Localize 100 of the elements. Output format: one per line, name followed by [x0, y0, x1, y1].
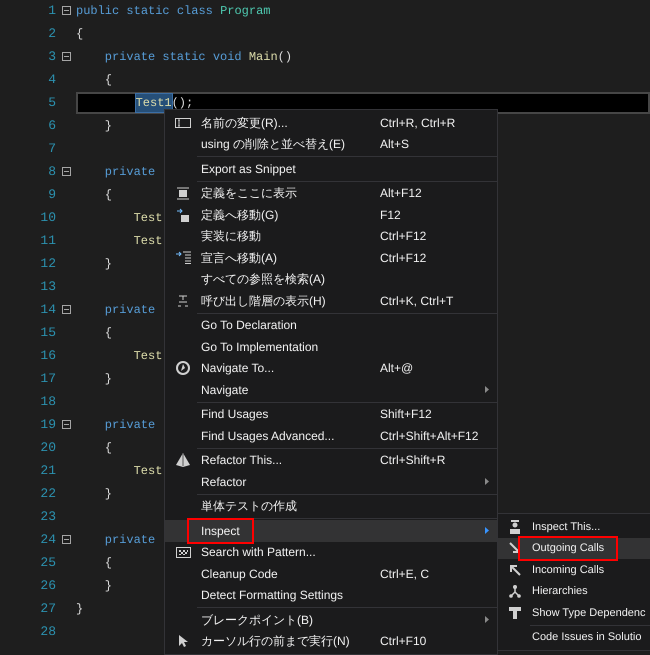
line-number: 20 — [39, 438, 56, 457]
menu-item[interactable]: Show Type Dependenc — [498, 602, 650, 624]
code-text: } — [104, 486, 112, 502]
menu-item[interactable]: 定義へ移動(G) F12 — [165, 204, 497, 226]
code-text: Program — [220, 2, 270, 20]
menu-item[interactable]: 宣言へ移動(A) Ctrl+F12 — [165, 247, 497, 268]
menu-item[interactable]: 呼び出し階層の表示(H) Ctrl+K, Ctrl+T — [165, 290, 497, 312]
selected-code-text: Test1 — [136, 94, 172, 112]
line-number: 24 — [39, 530, 56, 549]
hierarchy-dots-icon — [177, 294, 189, 307]
line-number: 17 — [39, 370, 56, 388]
menu-item[interactable]: Go To Implementation — [165, 336, 497, 358]
pointer-icon — [178, 635, 188, 648]
line-number: 1 — [47, 2, 56, 20]
code-text: private — [104, 416, 156, 434]
line-number: 14 — [39, 300, 56, 319]
code-text: public — [76, 2, 120, 20]
line-number: 6 — [47, 116, 56, 135]
line-number: 25 — [39, 554, 56, 572]
code-text: } — [104, 578, 112, 594]
menu-item[interactable]: 単体テストの作成 — [165, 496, 497, 517]
line-number: 19 — [39, 416, 56, 434]
submenu-arrow-icon — [485, 616, 489, 624]
code-text: private — [104, 532, 156, 548]
rename-field-icon — [175, 118, 191, 128]
line-number: 22 — [39, 484, 56, 503]
menu-item[interactable]: Outgoing Calls — [498, 538, 650, 559]
menu-item[interactable]: Refactor This... Ctrl+Shift+R — [165, 450, 497, 471]
menu-item[interactable]: ブレークポイント(B) — [165, 609, 497, 630]
menu-item[interactable]: Hierarchies — [498, 580, 650, 602]
menu-item[interactable]: Find Usages Advanced... Ctrl+Shift+Alt+F12 — [165, 425, 497, 446]
collapse-icon[interactable] — [62, 420, 70, 429]
peek-lines-icon — [177, 186, 189, 200]
compass-icon — [176, 361, 190, 376]
menu-item[interactable]: Refactor — [165, 471, 497, 492]
line-number: 4 — [47, 70, 56, 89]
code-text: Test — [134, 462, 162, 480]
menu-item[interactable]: Code Issues in Solutio — [498, 626, 650, 648]
menu-item[interactable]: Navigate — [165, 379, 497, 400]
menu-item[interactable]: 定義をここに表示 Alt+F12 — [165, 182, 497, 204]
code-text: private — [104, 48, 156, 66]
menu-item[interactable]: 実装に移動 Ctrl+F12 — [165, 226, 497, 247]
line-number: 2 — [47, 24, 56, 43]
menu-item[interactable]: すべての参照を検索(A) — [165, 268, 497, 290]
arrow-block-icon — [177, 208, 189, 222]
collapse-icon[interactable] — [62, 52, 70, 61]
submenu-arrow-icon — [485, 386, 489, 394]
submenu-arrow-icon — [485, 478, 489, 486]
code-text: void — [212, 48, 243, 66]
collapse-icon[interactable] — [62, 6, 70, 15]
arrow-lines-icon — [176, 251, 190, 264]
code-text: Test — [134, 348, 162, 364]
code-text: { — [104, 186, 112, 204]
line-number: 18 — [39, 392, 56, 411]
menu-item[interactable]: Inspect This... — [498, 516, 650, 538]
menu-item[interactable]: Export as Snippet — [165, 158, 497, 180]
code-text: } — [104, 118, 112, 134]
line-number: 5 — [47, 94, 56, 112]
code-text: { — [104, 440, 112, 456]
code-text: Test — [134, 232, 162, 250]
line-number: 21 — [39, 462, 56, 480]
code-text: } — [104, 256, 112, 272]
menu-item[interactable]: Detect Formatting Settings — [165, 584, 497, 606]
code-text: class — [176, 2, 214, 20]
code-text: () — [278, 48, 292, 66]
line-number: 23 — [39, 508, 56, 526]
menu-item[interactable]: Go To Declaration — [165, 314, 497, 336]
menu-item[interactable]: 名前の変更(R)... Ctrl+R, Ctrl+R — [165, 112, 497, 134]
arrow-down-right-icon — [509, 542, 521, 554]
menu-item[interactable]: using の削除と並べ替え(E) Alt+S — [165, 134, 497, 155]
collapse-icon[interactable] — [62, 167, 70, 176]
menu-item[interactable]: Find Usages Shift+F12 — [165, 404, 497, 425]
line-number: 9 — [47, 186, 56, 204]
line-number: 16 — [39, 346, 56, 365]
code-text: Main — [248, 48, 278, 66]
code-text: private — [104, 164, 156, 180]
code-text: static — [126, 2, 171, 20]
line-number: 10 — [39, 208, 56, 227]
code-text: (); — [172, 94, 194, 112]
menu-item[interactable]: Search with Pattern... — [165, 542, 497, 563]
menu-item[interactable]: Navigate To... Alt+@ — [165, 358, 497, 379]
type-t-icon — [509, 606, 521, 619]
menu-item[interactable]: Cleanup Code Ctrl+E, C — [165, 563, 497, 584]
inspector-icon — [509, 520, 521, 534]
line-number: 3 — [47, 48, 56, 66]
code-text: } — [104, 370, 112, 388]
code-text: { — [104, 554, 112, 572]
menu-item[interactable]: Incoming Calls — [498, 559, 650, 580]
line-number: 8 — [47, 162, 56, 181]
tree-nodes-icon — [509, 584, 521, 598]
collapse-icon[interactable] — [62, 305, 70, 314]
code-text: { — [104, 72, 112, 88]
code-text: { — [76, 26, 84, 42]
menu-item[interactable]: Inspect — [165, 520, 497, 542]
menu-item[interactable]: カーソル行の前まで実行(N) Ctrl+F10 — [165, 630, 497, 652]
line-number: 12 — [39, 254, 56, 273]
code-text: static — [162, 48, 207, 66]
code-text: } — [76, 600, 84, 618]
collapse-icon[interactable] — [62, 535, 70, 544]
line-number: 13 — [39, 278, 56, 296]
